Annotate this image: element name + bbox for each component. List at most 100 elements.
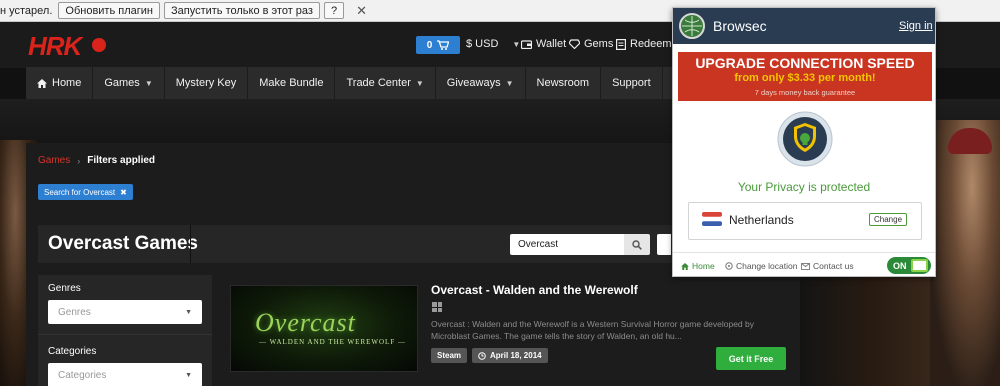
redeem-link[interactable]: Redeem [616,38,672,50]
title-divider [190,225,191,263]
chevron-right-icon: › [77,155,81,166]
cart-button[interactable]: 0 [416,36,460,54]
promo-price: from only $3.33 per month! [734,72,876,84]
wallet-label: Wallet [536,38,567,50]
protected-shield-icon [777,111,833,167]
close-icon[interactable]: ✕ [356,3,367,19]
gems-label: Gems [584,38,614,50]
nav-item-newsroom[interactable]: Newsroom [526,67,602,99]
browsec-footer: Home Change location Contact us ON [673,252,935,277]
categories-placeholder: Categories [58,369,107,381]
nav-label: Games [104,77,140,89]
windows-icon [432,302,442,312]
nav-item-home[interactable]: Home [26,67,94,99]
genres-label: Genres [48,283,81,294]
sidebar-divider [38,334,212,335]
currency-label: $ USD [466,38,499,50]
nav-item-make-bundle[interactable]: Make Bundle [248,67,336,99]
redeem-icon [616,38,626,50]
toggle-label: ON [893,260,907,271]
cover-subtitle-text: — WALDEN AND THE WEREWOLF — [259,338,406,346]
game-search-input[interactable] [510,234,626,255]
browsec-popup: Browsec Sign in UPGRADE CONNECTION SPEED… [672,7,936,277]
footer-home-link[interactable]: Home [681,261,715,271]
nav-item-mystery-key[interactable]: Mystery Key [165,67,249,99]
clock-icon [478,351,486,360]
redeem-label: Redeem [630,38,672,50]
hero-character-right [930,120,1000,386]
upgrade-promo-banner[interactable]: UPGRADE CONNECTION SPEED from only $3.33… [678,52,932,101]
release-date-label: April 18, 2014 [490,351,542,360]
browsec-sign-in-link[interactable]: Sign in [899,20,933,32]
browsec-header: Browsec Sign in [673,8,935,44]
categories-select[interactable]: Categories ▼ [48,363,202,386]
wallet-link[interactable]: Wallet [521,38,566,50]
chevron-down-icon: ▼ [512,39,521,49]
vpn-toggle[interactable]: ON [887,257,931,274]
platform-tag-label: Steam [437,351,462,360]
site-logo[interactable]: HRK [28,31,82,62]
wallet-icon [521,40,532,49]
nav-item-giveaways[interactable]: Giveaways ▼ [436,67,526,99]
nav-label: Support [612,77,651,89]
location-name: Netherlands [729,213,794,227]
browsec-globe-icon [679,13,705,39]
chevron-down-icon: ▼ [185,308,192,316]
nav-item-support[interactable]: Support [601,67,663,99]
game-title-link[interactable]: Overcast - Walden and the Werewolf [431,283,638,297]
chevron-down-icon: ▼ [415,78,424,88]
gems-link[interactable]: Gems [569,38,613,50]
cart-count: 0 [426,39,433,51]
genres-placeholder: Genres [58,306,91,318]
cover-logo-text: Overcast [255,308,356,337]
nav-label: Trade Center [346,77,411,89]
search-button[interactable] [624,234,650,255]
get-it-free-button[interactable]: Get it Free [716,347,786,370]
game-description: Overcast : Walden and the Werewolf is a … [431,319,754,341]
browsec-brand: Browsec [713,18,767,34]
nav-label: Newsroom [536,77,590,89]
breadcrumb: Games › Filters applied [38,155,155,166]
gem-icon [569,39,580,49]
footer-home-label: Home [692,261,715,271]
promo-guarantee: 7 days money back guarantee [754,88,856,97]
help-button[interactable]: ? [323,2,345,19]
nav-item-games[interactable]: Games ▼ [93,67,165,99]
netherlands-flag-icon [702,212,722,226]
run-once-button[interactable]: Запустить только в этот раз [163,2,320,19]
genres-select[interactable]: Genres ▼ [48,300,202,324]
categories-label: Categories [48,346,97,357]
chevron-down-icon: ▼ [505,78,514,88]
privacy-status: Your Privacy is protected [737,180,871,194]
location-pin-icon [725,262,733,270]
remove-filter-icon[interactable]: ✖ [120,188,127,197]
update-plugin-button[interactable]: Обновить плагин [58,2,160,19]
footer-contact-link[interactable]: Contact us [801,261,854,271]
sort-select[interactable] [657,234,671,255]
toggle-knob-icon [911,259,928,272]
chevron-down-icon: ▼ [144,78,153,88]
breadcrumb-games-link[interactable]: Games [38,155,70,166]
logo-paw-icon [92,38,106,52]
nav-label: Mystery Key [175,77,237,89]
footer-change-location-link[interactable]: Change location [725,261,797,271]
game-cover-image[interactable]: Overcast — WALDEN AND THE WEREWOLF — [230,285,418,372]
location-box: Netherlands Change [688,202,922,240]
nav-label: Make Bundle [259,77,324,89]
currency-select[interactable]: $ USD ▼ [466,38,520,50]
footer-change-location-label: Change location [736,261,798,271]
breadcrumb-current: Filters applied [87,155,156,166]
page-title: Overcast Games [48,233,198,254]
change-location-button[interactable]: Change [869,213,908,226]
active-filter-chip[interactable]: Search for Overcast ✖ [38,184,133,200]
search-icon [632,239,642,250]
main-nav: Home Games ▼ Mystery Key Make Bundle Tra… [26,67,671,99]
filter-chip-label: Search for Overcast [44,187,116,197]
platform-tag: Steam [431,348,468,363]
nav-label: Home [52,77,82,89]
nav-item-trade-center[interactable]: Trade Center ▼ [335,67,436,99]
promo-title: UPGRADE CONNECTION SPEED [695,55,915,71]
release-date-tag: April 18, 2014 [472,348,548,363]
home-icon [37,78,47,88]
footer-contact-label: Contact us [813,261,854,271]
